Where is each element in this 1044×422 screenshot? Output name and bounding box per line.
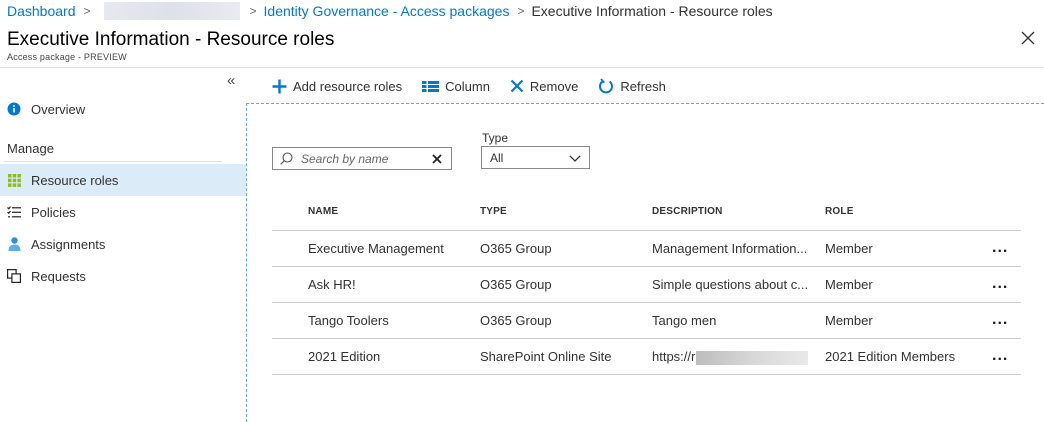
sidebar-item-label: Assignments [31,236,106,252]
cell-description: Tango men [652,313,717,328]
cell-name: Tango Toolers [308,313,389,328]
column-header-type[interactable]: TYPE [480,206,507,217]
type-filter-value: All [490,150,504,165]
sidebar-item-overview[interactable]: Overview [0,93,246,125]
sidebar-item-label: Overview [31,101,86,117]
search-placeholder: Search by name [301,151,389,166]
plus-icon [272,79,287,94]
type-filter-dropdown[interactable]: All [481,146,590,169]
column-button[interactable]: Column [422,79,490,94]
breadcrumb-current: Executive Information - Resource roles [531,3,773,19]
add-resource-roles-button[interactable]: Add resource roles [272,79,402,94]
main-content: Search by name Type All NAME TYPE DESCRI… [246,103,1044,422]
cell-type: O365 Group [480,241,552,256]
page-subtitle: Access package - PREVIEW [7,52,127,62]
search-input[interactable]: Search by name [272,147,452,170]
cell-role: Member [825,277,873,292]
clear-search-button[interactable] [432,153,442,164]
columns-icon [422,80,440,92]
cell-name: Ask HR! [308,277,356,292]
breadcrumb: Dashboard > > Identity Governance - Acce… [0,0,1044,22]
cell-description: https://r [652,349,809,365]
sidebar-item-resource-roles[interactable]: Resource roles [0,164,246,196]
cell-name: 2021 Edition [308,349,381,364]
column-label: Column [445,78,490,94]
cell-type: O365 Group [480,277,552,292]
sidebar-item-assignments[interactable]: Assignments [0,228,246,260]
sidebar-item-requests[interactable]: Requests [0,260,246,292]
row-more-button[interactable]: ... [992,311,1008,329]
table-row[interactable]: Executive Management O365 Group Manageme… [272,231,1021,267]
grid-icon [7,173,21,187]
sidebar-item-label: Resource roles [31,172,119,188]
add-resource-roles-label: Add resource roles [293,78,403,94]
chevron-down-icon [569,151,581,165]
column-header-name[interactable]: NAME [308,206,338,217]
column-header-description[interactable]: DESCRIPTION [652,206,723,217]
cell-description: Management Information... [652,241,808,256]
x-icon [510,79,524,93]
row-more-button[interactable]: ... [992,239,1008,257]
cell-description: Simple questions about c... [652,277,809,292]
table-row[interactable]: 2021 Edition SharePoint Online Site http… [272,339,1021,375]
cell-description-text: https://r [652,349,696,364]
list-icon [7,205,21,219]
search-icon [280,152,293,165]
collapse-sidebar-button[interactable]: « [227,72,235,89]
breadcrumb-dashboard-link[interactable]: Dashboard [7,3,76,19]
close-icon [432,153,442,164]
chevron-right-icon: > [249,4,257,18]
sidebar: « Overview Manage Resource roles Policie… [0,68,246,422]
section-heading-manage: Manage [7,141,54,156]
page-title: Executive Information - Resource roles [7,29,335,50]
cell-type: O365 Group [480,313,552,328]
row-more-button[interactable]: ... [992,275,1008,293]
redacted-breadcrumb [103,2,240,20]
info-icon [7,102,21,116]
refresh-label: Refresh [620,78,666,94]
type-filter-label: Type [482,131,509,145]
cell-role: Member [825,313,873,328]
person-icon [7,237,21,251]
refresh-icon [598,78,614,94]
remove-button[interactable]: Remove [510,79,578,94]
chevron-right-icon: > [83,4,91,18]
row-more-button[interactable]: ... [992,347,1008,365]
breadcrumb-access-packages-link[interactable]: Identity Governance - Access packages [264,3,510,19]
table-row[interactable]: Tango Toolers O365 Group Tango men Membe… [272,303,1021,339]
cell-role: 2021 Edition Members [825,349,956,364]
command-bar: Add resource roles Column Remove Refresh [248,68,1044,104]
cell-role: Member [825,241,873,256]
close-button[interactable] [1020,30,1036,46]
column-header-role[interactable]: ROLE [825,206,854,217]
requests-icon [7,269,21,283]
refresh-button[interactable]: Refresh [598,78,666,94]
sidebar-item-policies[interactable]: Policies [0,196,246,228]
sidebar-item-label: Policies [31,204,76,220]
chevron-right-icon: > [517,4,525,18]
remove-label: Remove [529,78,579,94]
close-icon [1021,31,1035,45]
redacted-url [696,350,809,365]
blade-header: Executive Information - Resource roles A… [0,24,1044,68]
cell-name: Executive Management [308,241,444,256]
table-row[interactable]: Ask HR! O365 Group Simple questions abou… [272,267,1021,303]
sidebar-item-label: Requests [31,268,86,284]
divider [4,161,222,162]
cell-type: SharePoint Online Site [480,349,612,364]
